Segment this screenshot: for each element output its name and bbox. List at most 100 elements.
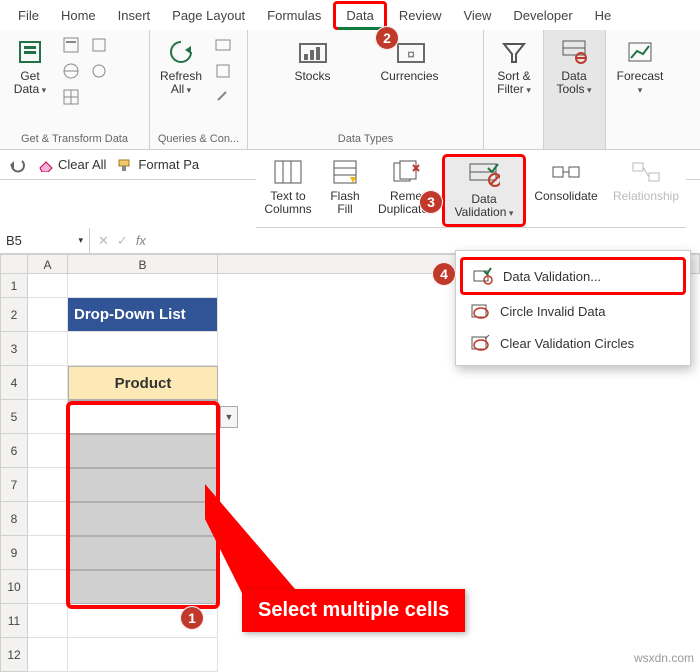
menu-data[interactable]: Data [333,1,386,30]
queries-icon[interactable] [212,34,234,56]
cell-B5[interactable] [68,400,218,434]
stocks-icon [296,36,328,68]
menu-bar: File Home Insert Page Layout Formulas Da… [0,0,700,30]
edit-links-icon[interactable] [212,86,234,108]
row-header-11[interactable]: 11 [0,604,28,638]
from-web-icon[interactable] [60,60,82,82]
col-header-A[interactable]: A [28,254,68,274]
recent-sources-icon[interactable] [88,34,110,56]
name-box[interactable]: B5▾ [0,228,90,253]
ribbon-group-datatypes: Stocks ¤ Currencies Data Types [248,30,484,149]
menu-review[interactable]: Review [389,4,452,27]
data-validation-icon [468,159,500,191]
row-header-2[interactable]: 2 [0,298,28,332]
watermark: wsxdn.com [634,651,694,665]
row-header-9[interactable]: 9 [0,536,28,570]
refresh-all-button[interactable]: Refresh All [156,34,206,98]
relationships-icon [630,156,662,188]
row-header-4[interactable]: 4 [0,366,28,400]
ribbon-group-queries: Refresh All Queries & Con... [150,30,248,149]
select-all-corner[interactable] [0,254,28,274]
row-header-7[interactable]: 7 [0,468,28,502]
data-validation-opt-icon [473,266,493,286]
relationships-button: Relationship [606,154,686,227]
menu-data-validation[interactable]: Data Validation... [460,257,686,295]
clear-circles-icon [470,333,490,353]
forecast-button[interactable]: Forecast [612,34,668,98]
menu-clear-circles[interactable]: Clear Validation Circles [460,327,686,359]
remove-duplicates-icon [390,156,422,188]
from-table-icon[interactable] [60,86,82,108]
ribbon: Get Data Get & Transform Data Refresh Al… [0,30,700,150]
consolidate-button[interactable]: Consolidate [526,154,606,227]
product-header-cell[interactable]: Product [68,366,218,400]
menu-insert[interactable]: Insert [108,4,161,27]
fx-icon[interactable]: fx [136,233,146,248]
cell-B7[interactable] [68,468,218,502]
data-tools-button[interactable]: Data Tools [550,34,598,98]
flash-fill-button[interactable]: Flash Fill [320,154,370,227]
badge-3: 3 [419,190,443,214]
stocks-button[interactable]: Stocks [288,34,336,85]
menu-home[interactable]: Home [51,4,106,27]
menu-view[interactable]: View [453,4,501,27]
undo-icon[interactable] [8,156,26,174]
group-label-queries: Queries & Con... [156,131,241,147]
consolidate-icon [550,156,582,188]
text-to-columns-button[interactable]: Text to Columns [256,154,320,227]
cell-B6[interactable] [68,434,218,468]
forecast-icon [624,36,656,68]
brush-icon [116,158,134,172]
flash-fill-icon [329,156,361,188]
group-label-datatypes: Data Types [254,131,477,147]
data-tools-icon [558,36,590,68]
menu-pagelayout[interactable]: Page Layout [162,4,255,27]
cancel-icon[interactable]: ✕ [98,233,109,249]
ribbon-group-datatools[interactable]: Data Tools [544,30,606,149]
row-header-10[interactable]: 10 [0,570,28,604]
row-header-12[interactable]: 12 [0,638,28,672]
data-tools-expanded: Text to Columns Flash Fill Reme Duplicat… [256,154,686,228]
sort-filter-icon [498,36,530,68]
eraser-icon [36,158,54,172]
text-to-columns-icon [272,156,304,188]
cell-B8[interactable] [68,502,218,536]
group-label-getdata: Get & Transform Data [6,131,143,147]
format-painter-button[interactable]: Format Pa [116,157,199,172]
menu-developer[interactable]: Developer [503,4,582,27]
menu-help[interactable]: He [585,4,622,27]
data-validation-menu: Data Validation... Circle Invalid Data C… [455,250,691,366]
menu-file[interactable]: File [8,4,49,27]
menu-circle-invalid[interactable]: Circle Invalid Data [460,295,686,327]
ribbon-group-getdata: Get Data Get & Transform Data [0,30,150,149]
row-header-1[interactable]: 1 [0,274,28,298]
callout-box: Select multiple cells [242,589,465,632]
get-data-button[interactable]: Get Data [6,34,54,98]
enter-icon[interactable]: ✓ [117,233,128,249]
ribbon-group-sortfilter: Sort & Filter [484,30,544,149]
sort-filter-button[interactable]: Sort & Filter [490,34,538,98]
data-validation-button[interactable]: Data Validation [442,154,526,227]
col-header-B[interactable]: B [68,254,218,274]
badge-4: 4 [432,262,456,286]
ribbon-group-forecast: Forecast [606,30,674,149]
refresh-icon [165,36,197,68]
clear-all-button[interactable]: Clear All [36,157,106,172]
row-header-3[interactable]: 3 [0,332,28,366]
badge-2: 2 [375,26,399,50]
row-header-8[interactable]: 8 [0,502,28,536]
from-text-csv-icon[interactable] [60,34,82,56]
menu-formulas[interactable]: Formulas [257,4,331,27]
row-header-5[interactable]: 5 [0,400,28,434]
existing-connections-icon[interactable] [88,60,110,82]
row-header-6[interactable]: 6 [0,434,28,468]
title-cell[interactable]: Drop-Down List [68,298,218,332]
get-data-icon [14,36,46,68]
properties-icon[interactable] [212,60,234,82]
circle-invalid-icon [470,301,490,321]
cell-B9[interactable] [68,536,218,570]
dropdown-handle[interactable]: ▼ [220,406,238,428]
svg-text:¤: ¤ [407,46,415,62]
badge-1: 1 [180,606,204,630]
cell-B10[interactable] [68,570,218,604]
